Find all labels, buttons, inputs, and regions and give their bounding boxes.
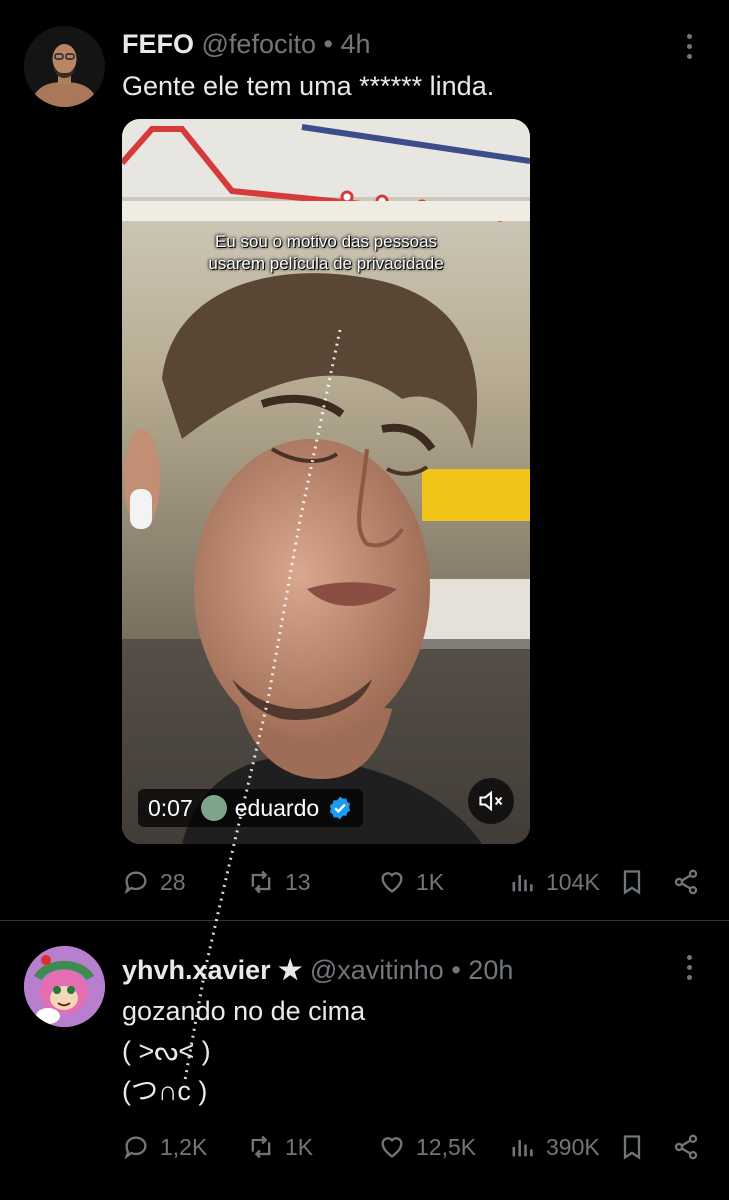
author-handle[interactable]: @xavitinho: [310, 955, 444, 985]
avatar-fefo[interactable]: [24, 26, 105, 107]
verified-badge-icon: [330, 796, 351, 820]
views-chart-icon: [512, 1140, 533, 1157]
author-name[interactable]: yhvh.xavier ★: [122, 955, 302, 985]
video-player[interactable]: Eu sou o motivo das pessoas usarem pelíc…: [122, 119, 530, 844]
reply-icon: [124, 1136, 147, 1160]
separator-dot: •: [451, 955, 461, 985]
more-options-icon[interactable]: [687, 955, 693, 980]
share-button[interactable]: [672, 1127, 700, 1167]
retweet-icon: [251, 870, 271, 894]
tweet-actions: 1,2K 1K 12,5K 390K: [122, 1127, 712, 1167]
video-author-avatar: [200, 795, 227, 821]
heart-icon: [381, 872, 403, 893]
tweet-text: gozando no de cima ( ˃ᔓ˂ ) (つ∩c ): [122, 991, 365, 1111]
retweet-count: 1K: [285, 1133, 314, 1160]
caption-line-2: usarem película de privacidade: [208, 254, 444, 273]
tweet-text-line-1: gozando no de cima: [122, 996, 366, 1026]
like-count: 1K: [416, 868, 445, 895]
tweet-text: Gente ele tem uma ****** linda.: [122, 71, 495, 101]
video-author-name: eduardo: [234, 794, 320, 821]
share-icon: [674, 1134, 698, 1160]
reply-icon: [124, 871, 147, 895]
like-count: 12,5K: [416, 1133, 477, 1160]
tweet-header: yhvh.xavier ★ @xavitinho • 20h: [122, 954, 513, 986]
tweet-header: FEFO @fefocito • 4h: [122, 28, 371, 60]
views-button[interactable]: 104K: [508, 862, 600, 902]
more-options-icon[interactable]: [687, 34, 693, 59]
reply-count: 1,2K: [160, 1133, 208, 1160]
share-icon: [674, 869, 698, 895]
tweet-actions: 28 13 1K 104K: [122, 862, 712, 902]
caption-line-1: Eu sou o motivo das pessoas: [214, 232, 438, 251]
speaker-muted-icon: [479, 790, 503, 812]
separator-dot: •: [323, 29, 333, 59]
views-button[interactable]: 390K: [508, 1127, 600, 1167]
tweet-text-line-2: ( ˃ᔓ˂ ): [122, 1036, 211, 1066]
view-count: 390K: [546, 1133, 600, 1160]
retweet-button[interactable]: 1K: [247, 1127, 313, 1167]
video-duration: 0:07: [148, 794, 193, 821]
video-frame: [122, 119, 530, 844]
view-count: 104K: [546, 868, 600, 895]
bookmark-icon: [623, 870, 641, 895]
video-caption: Eu sou o motivo das pessoas usarem pelíc…: [122, 231, 530, 275]
mute-button[interactable]: [468, 778, 514, 824]
timestamp[interactable]: 20h: [468, 955, 513, 985]
bookmark-button[interactable]: [618, 862, 646, 902]
bookmark-button[interactable]: [618, 1127, 646, 1167]
author-handle[interactable]: @fefocito: [202, 29, 316, 59]
heart-icon: [381, 1137, 403, 1158]
bookmark-icon: [623, 1135, 641, 1160]
reply-count: 28: [160, 868, 186, 895]
timestamp[interactable]: 4h: [340, 29, 370, 59]
like-button[interactable]: 12,5K: [378, 1127, 476, 1167]
share-button[interactable]: [672, 862, 700, 902]
like-button[interactable]: 1K: [378, 862, 444, 902]
tweet-2[interactable]: yhvh.xavier ★ @xavitinho • 20h gozando n…: [0, 921, 729, 1200]
reply-button[interactable]: 28: [122, 862, 186, 902]
video-info-badge[interactable]: 0:07 eduardo: [138, 789, 364, 827]
reply-button[interactable]: 1,2K: [122, 1127, 207, 1167]
retweet-count: 13: [285, 868, 311, 895]
views-chart-icon: [512, 875, 533, 892]
tweet-1[interactable]: FEFO @fefocito • 4h Gente ele tem uma **…: [0, 0, 729, 920]
tweet-text-line-3: (つ∩c ): [122, 1076, 208, 1106]
avatar-yhvh-xavier[interactable]: [24, 946, 105, 1027]
retweet-icon: [251, 1135, 271, 1159]
retweet-button[interactable]: 13: [247, 862, 311, 902]
author-name[interactable]: FEFO: [122, 29, 194, 59]
